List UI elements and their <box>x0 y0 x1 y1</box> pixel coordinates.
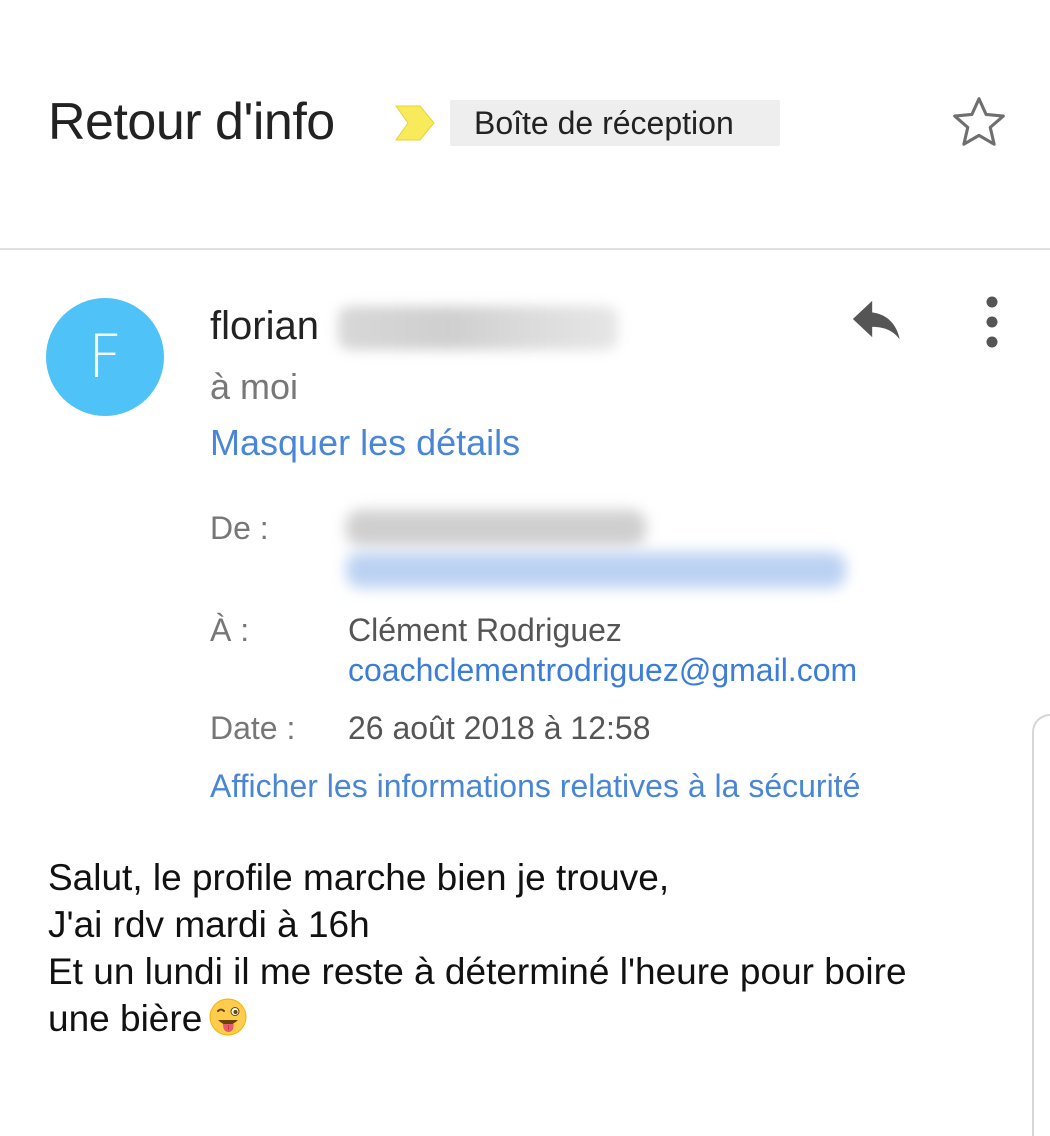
scroll-edge <box>1032 714 1050 1136</box>
body-line-last: une bière <box>48 995 988 1042</box>
sender-name: florian <box>210 304 319 348</box>
email-subject: Retour d'info <box>48 93 335 151</box>
from-label: De : <box>210 510 269 546</box>
hide-details-link[interactable]: Masquer les détails <box>210 422 520 464</box>
from-email-redacted <box>346 552 846 588</box>
body-line-text: une bière <box>48 998 203 1039</box>
winking-face-with-tongue-icon <box>209 998 247 1036</box>
header-divider <box>0 248 1050 250</box>
security-info-link[interactable]: Afficher les informations relatives à la… <box>210 768 860 805</box>
to-label: À : <box>210 612 250 648</box>
reply-icon[interactable] <box>848 300 906 350</box>
from-name-redacted <box>346 510 646 546</box>
star-icon[interactable] <box>948 92 1010 154</box>
message-body: Salut, le profile marche bien je trouve,… <box>48 854 988 1042</box>
recipient-summary: à moi <box>210 366 299 407</box>
date-value: 26 août 2018 à 12:58 <box>348 710 651 746</box>
to-email[interactable]: coachclementrodriguez@gmail.com <box>348 652 857 689</box>
importance-marker-icon[interactable] <box>394 104 436 142</box>
to-name: Clément Rodriguez <box>348 612 622 648</box>
subject-header: Retour d'info Boîte de réception <box>0 0 1050 250</box>
inbox-label-chip[interactable]: Boîte de réception <box>450 100 780 146</box>
sender-name-redacted <box>338 306 618 350</box>
body-line: Salut, le profile marche bien je trouve, <box>48 857 670 898</box>
body-line: Et un lundi il me reste à déterminé l'he… <box>48 951 907 992</box>
more-vert-icon[interactable] <box>976 294 1008 350</box>
date-label: Date : <box>210 710 296 746</box>
body-line: J'ai rdv mardi à 16h <box>48 904 370 945</box>
sender-avatar[interactable]: F <box>46 298 164 416</box>
